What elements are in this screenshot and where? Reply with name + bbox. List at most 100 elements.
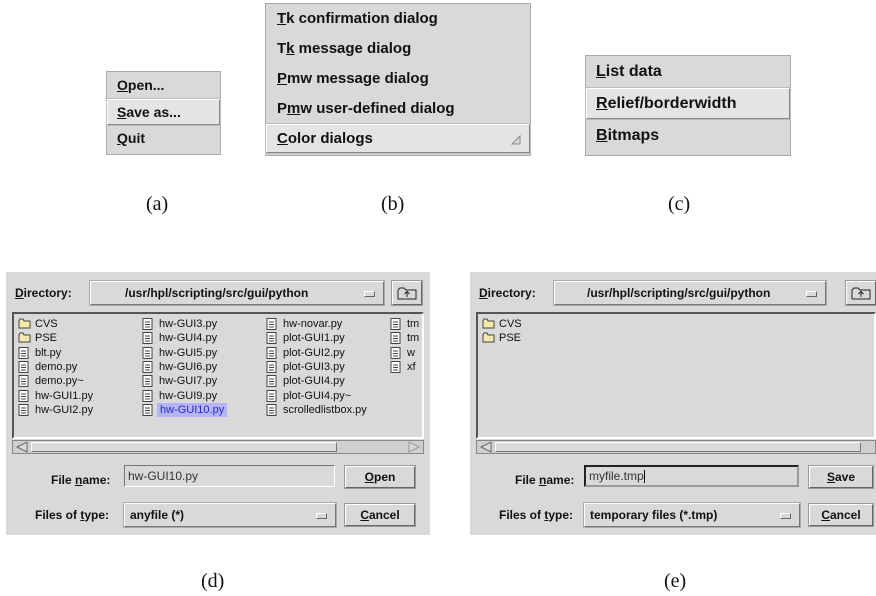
entry-label: hw-GUI3.py — [159, 318, 218, 330]
dropdown-arrow-icon — [806, 291, 817, 297]
label-text: ype: — [548, 508, 574, 522]
horizontal-scrollbar[interactable] — [476, 440, 876, 454]
menu-item-quit[interactable]: Quit — [107, 125, 220, 152]
entry-label: w — [407, 346, 415, 359]
filename-label: File name: — [51, 473, 110, 487]
label-text: File — [51, 473, 76, 487]
directory-combobox[interactable]: /usr/hpl/scripting/src/gui/python — [90, 281, 384, 305]
entry-label: tm — [407, 332, 420, 345]
scroll-left-arrow-icon[interactable] — [15, 441, 29, 453]
folder-up-icon — [851, 287, 871, 300]
label-text: irectory: — [487, 286, 536, 300]
file-icon — [390, 346, 401, 359]
file-icon — [390, 332, 401, 345]
caption-a: (a) — [146, 193, 169, 215]
file-icon — [18, 389, 29, 402]
label-text: Files of — [499, 508, 545, 522]
scrollbar-thumb[interactable] — [495, 442, 861, 452]
menu-item-open[interactable]: Open... — [107, 72, 220, 99]
horizontal-scrollbar[interactable] — [12, 440, 424, 454]
mnemonic: P — [277, 70, 288, 87]
file-icon — [266, 318, 277, 330]
entry-label: hw-GUI1.py — [35, 389, 94, 402]
menu-item-list-data[interactable]: List data — [586, 56, 790, 88]
directory-value: /usr/hpl/scripting/src/gui/python — [125, 286, 309, 300]
menu-item-label: P — [277, 100, 288, 117]
file-type-value: temporary files (*.tmp) — [590, 508, 718, 522]
caption-c: (c) — [668, 193, 691, 215]
entry-label: plot-GUI3.py — [283, 360, 345, 373]
directory-label: Directory: — [15, 286, 72, 300]
mnemonic: S — [117, 104, 127, 120]
open-button[interactable]: Open — [345, 466, 415, 488]
entry-label: PSE — [499, 332, 522, 345]
folder-icon — [482, 332, 495, 343]
menu-item-tk-confirmation[interactable]: Tk confirmation dialog — [266, 4, 530, 34]
scroll-right-arrow-icon[interactable] — [407, 441, 421, 453]
file-icon — [142, 360, 153, 373]
menu-item-pmw-message[interactable]: Pmw message dialog — [266, 64, 530, 94]
caption-b: (b) — [381, 193, 405, 215]
file-icon — [266, 375, 277, 388]
file-icon — [142, 389, 153, 402]
label-text: File — [515, 473, 540, 487]
parent-directory-button[interactable] — [846, 281, 876, 305]
mnemonic: C — [277, 130, 288, 147]
file-type-combobox[interactable]: temporary files (*.tmp) — [584, 503, 800, 527]
save-button[interactable]: Save — [809, 466, 873, 488]
entry-label: hw-GUI4.py — [159, 332, 218, 345]
file-icon — [18, 346, 29, 359]
label-text: ame: — [82, 473, 111, 487]
label-text: ame: — [546, 473, 575, 487]
mnemonic: Q — [117, 130, 128, 146]
entry-label: hw-GUI9.py — [159, 389, 218, 402]
menu-item-relief-borderwidth[interactable]: Relief/borderwidth — [586, 88, 790, 119]
file-icon — [266, 360, 277, 373]
cancel-button[interactable]: Cancel — [345, 504, 415, 526]
file-type-combobox[interactable]: anyfile (*) — [124, 503, 336, 527]
scroll-left-arrow-icon[interactable] — [479, 441, 493, 453]
entry-label: hw-novar.py — [283, 318, 343, 330]
filename-input[interactable]: hw-GUI10.py — [124, 465, 335, 487]
directory-combobox[interactable]: /usr/hpl/scripting/src/gui/python — [554, 281, 826, 305]
mnemonic: D — [15, 286, 24, 300]
menu-item-color-dialogs[interactable]: Color dialogs — [266, 124, 530, 153]
mnemonic: O — [117, 77, 128, 93]
entry-label: CVS — [35, 318, 58, 330]
menu-item-label: uit — [127, 130, 145, 146]
menu-item-label: elief/borderwidth — [607, 95, 737, 112]
dropdown-arrow-icon — [316, 513, 327, 519]
filename-input[interactable]: myfile.tmp — [584, 465, 799, 487]
directory-value: /usr/hpl/scripting/src/gui/python — [587, 286, 771, 300]
parent-directory-button[interactable] — [392, 281, 422, 305]
scrollbar-thumb[interactable] — [31, 442, 337, 452]
file-listbox[interactable]: CVS PSE blt.py demo.py demo.py~ hw-GUI1.py hw-… — [12, 312, 424, 439]
menu-item-pmw-user-defined[interactable]: Pmw user-defined dialog — [266, 94, 530, 124]
mnemonic: k — [286, 40, 295, 57]
button-label: ancel — [829, 508, 861, 522]
entry-label: hw-GUI5.py — [159, 346, 218, 359]
file-icon — [266, 403, 277, 416]
entry-label: plot-GUI4.py — [283, 375, 345, 388]
file-listbox[interactable]: CVS PSE — [476, 312, 876, 439]
menu-item-label: message dialog — [294, 40, 412, 57]
folder-icon — [18, 332, 31, 343]
caption-e: (e) — [664, 570, 687, 592]
cancel-button[interactable]: Cancel — [809, 504, 873, 526]
entry-label: plot-GUI1.py — [283, 332, 345, 345]
menu-item-label: mw message dialog — [287, 70, 429, 87]
folder-icon — [18, 318, 31, 329]
menu-a: Open... Save as... Quit — [106, 71, 221, 155]
file-type-label: Files of type: — [499, 508, 573, 522]
file-icon — [18, 375, 29, 388]
entry-label: scrolledlistbox.py — [283, 403, 367, 416]
entry-label: blt.py — [35, 346, 62, 359]
menu-item-bitmaps[interactable]: Bitmaps — [586, 119, 790, 153]
menu-item-save-as[interactable]: Save as... — [107, 99, 220, 125]
entry-label: plot-GUI2.py — [283, 346, 345, 359]
menu-item-tk-message[interactable]: Tk message dialog — [266, 34, 530, 64]
mnemonic: C — [360, 508, 369, 522]
menu-item-label: itmaps — [607, 127, 660, 144]
entry-label: hw-GUI6.py — [159, 360, 218, 373]
entry-label: CVS — [499, 318, 522, 330]
